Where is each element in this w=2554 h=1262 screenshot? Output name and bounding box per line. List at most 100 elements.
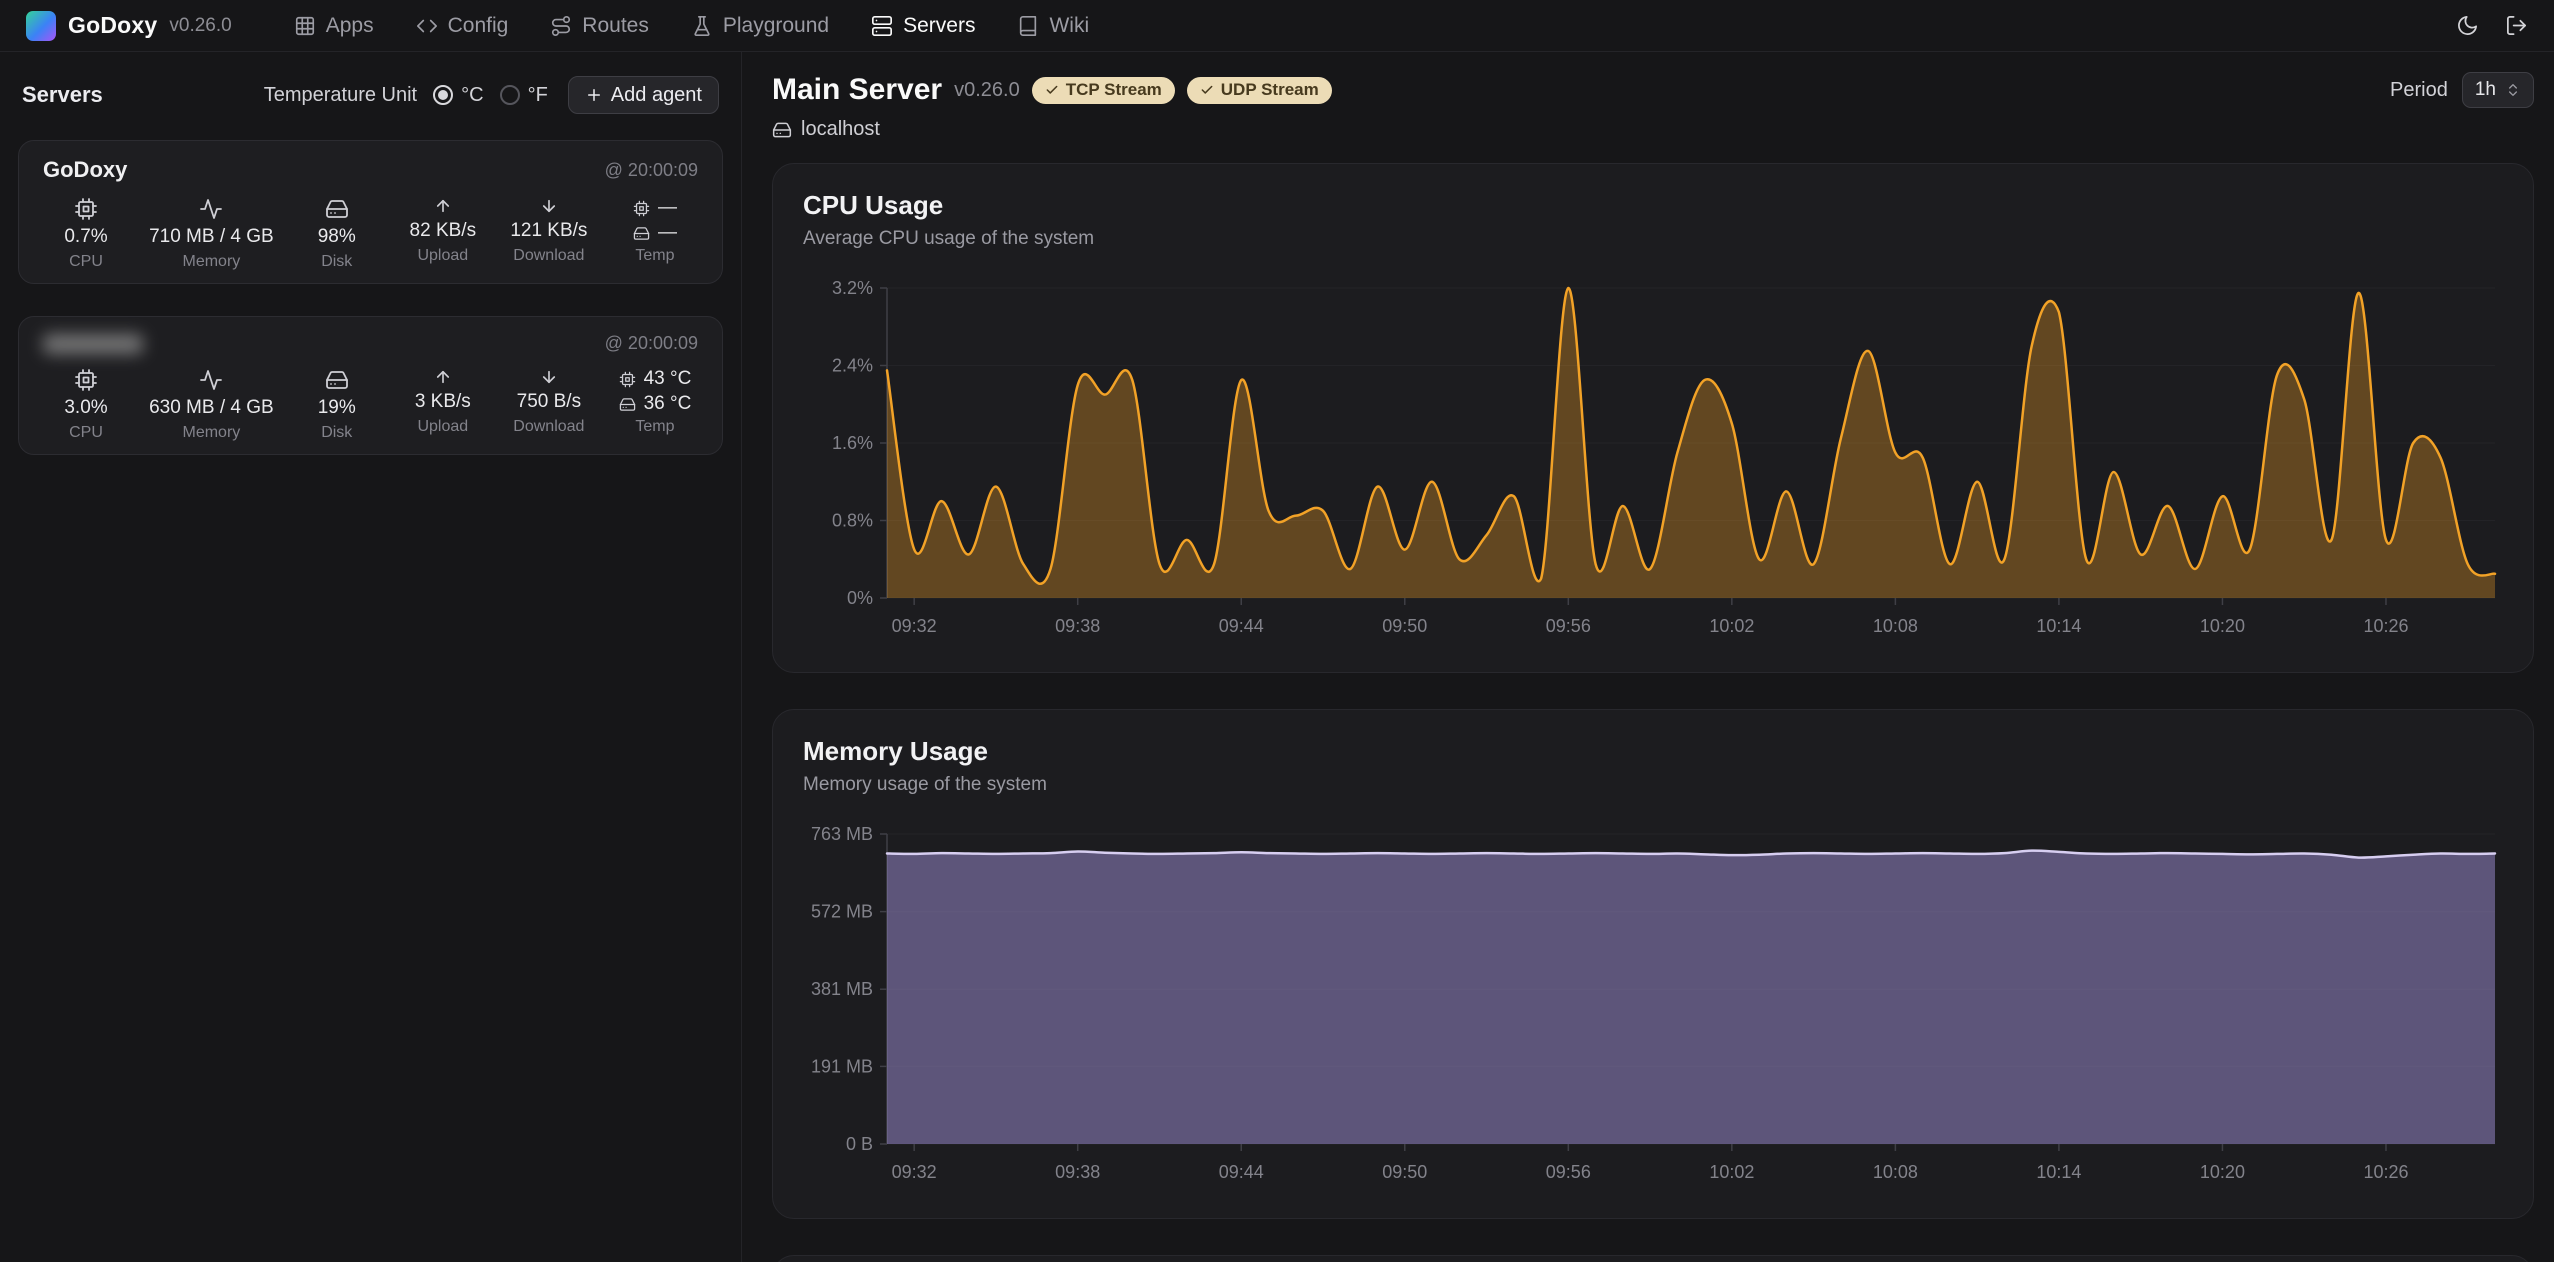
chevrons-up-down-icon	[2505, 82, 2521, 98]
add-agent-button[interactable]: Add agent	[568, 76, 719, 114]
stat-upload: 3 KB/s Upload	[400, 368, 486, 442]
sidebar-header: Servers Temperature Unit °C °F Add agent	[22, 76, 719, 114]
stat-label: Download	[513, 418, 584, 436]
temp-cpu-value: 43 °C	[644, 368, 692, 390]
stat-temp: — — Temp	[612, 197, 698, 271]
cpu-icon	[619, 371, 636, 388]
cpu-usage-card: CPU Usage Average CPU usage of the syste…	[772, 163, 2534, 673]
stat-label: Upload	[417, 418, 468, 436]
stat-label: CPU	[69, 253, 103, 271]
stat-value: 121 KB/s	[510, 220, 587, 242]
nav-item-playground[interactable]: Playground	[691, 14, 829, 38]
server-timestamp: @ 20:00:09	[605, 160, 698, 181]
nav-item-routes[interactable]: Routes	[550, 14, 649, 38]
hard-drive-icon	[325, 368, 349, 392]
stat-value: 750 B/s	[517, 391, 581, 413]
hard-drive-icon	[772, 120, 792, 140]
stat-cpu: 0.7% CPU	[43, 197, 129, 271]
svg-text:10:26: 10:26	[2363, 616, 2408, 636]
temperature-unit-label: Temperature Unit	[264, 84, 417, 107]
brand-link[interactable]: GoDoxy v0.26.0	[26, 11, 232, 41]
svg-text:09:38: 09:38	[1055, 1162, 1100, 1182]
sidebar-title: Servers	[22, 82, 103, 108]
stat-temp: 43 °C 36 °C Temp	[612, 368, 698, 442]
radio-celsius[interactable]: °C	[433, 84, 483, 107]
server-name: GoDoxy	[43, 157, 127, 183]
svg-text:10:14: 10:14	[2036, 1162, 2081, 1182]
radio-fahrenheit[interactable]: °F	[500, 84, 548, 107]
server-stats: 3.0% CPU 630 MB / 4 GB Memory 19% Disk	[43, 368, 698, 442]
period-value: 1h	[2475, 79, 2496, 101]
hard-drive-icon	[619, 396, 636, 413]
cpu-icon	[633, 200, 650, 217]
nav-item-label: Playground	[723, 14, 829, 38]
route-icon	[550, 15, 572, 37]
main-nav: Apps Config Routes Playground Servers Wi…	[294, 14, 1089, 38]
svg-text:09:38: 09:38	[1055, 616, 1100, 636]
server-icon	[871, 15, 893, 37]
temp-cpu-value: —	[658, 197, 677, 219]
memory-usage-card: Memory Usage Memory usage of the system …	[772, 709, 2534, 1219]
nav-item-servers[interactable]: Servers	[871, 14, 975, 38]
stat-label: Download	[513, 247, 584, 265]
stat-upload: 82 KB/s Upload	[400, 197, 486, 271]
stat-download: 750 B/s Download	[506, 368, 592, 442]
activity-icon	[199, 368, 223, 392]
stat-label: Upload	[417, 247, 468, 265]
godoxy-app: GoDoxy v0.26.0 Apps Config Routes Playgr…	[0, 0, 2554, 1262]
temperature-unit-group: Temperature Unit °C °F	[264, 84, 548, 107]
partial-card	[772, 1255, 2534, 1262]
svg-text:381 MB: 381 MB	[811, 979, 873, 999]
badge-label: TCP Stream	[1066, 80, 1162, 100]
server-card-godoxy[interactable]: GoDoxy @ 20:00:09 0.7% CPU 710 MB / 4 GB…	[18, 140, 723, 284]
stat-label: Temp	[635, 247, 674, 265]
svg-text:0%: 0%	[847, 588, 873, 608]
chart-subtitle: Average CPU usage of the system	[803, 228, 2503, 250]
svg-text:1.6%: 1.6%	[832, 433, 873, 453]
svg-text:09:56: 09:56	[1546, 1162, 1591, 1182]
arrow-up-icon	[434, 197, 452, 215]
svg-text:10:14: 10:14	[2036, 616, 2081, 636]
arrow-down-icon	[540, 197, 558, 215]
check-icon	[1200, 83, 1214, 97]
stat-memory: 630 MB / 4 GB Memory	[149, 368, 274, 442]
servers-sidebar: Servers Temperature Unit °C °F Add agent	[0, 52, 742, 1262]
theme-toggle-button[interactable]	[2456, 14, 2479, 37]
svg-text:10:08: 10:08	[1873, 1162, 1918, 1182]
stat-download: 121 KB/s Download	[506, 197, 592, 271]
stat-value: 3.0%	[64, 397, 107, 419]
check-icon	[1045, 83, 1059, 97]
svg-text:09:44: 09:44	[1219, 616, 1264, 636]
radio-celsius-circle	[433, 85, 453, 105]
svg-text:09:44: 09:44	[1219, 1162, 1264, 1182]
stat-value: 82 KB/s	[410, 220, 477, 242]
godoxy-logo	[26, 11, 56, 41]
plus-icon	[585, 86, 603, 104]
nav-item-label: Config	[448, 14, 509, 38]
svg-text:09:50: 09:50	[1382, 616, 1427, 636]
nav-item-label: Wiki	[1049, 14, 1089, 38]
server-stats: 0.7% CPU 710 MB / 4 GB Memory 98% Disk	[43, 197, 698, 271]
navbar: GoDoxy v0.26.0 Apps Config Routes Playgr…	[0, 0, 2554, 52]
stat-value: 630 MB / 4 GB	[149, 397, 274, 419]
stat-value: 3 KB/s	[415, 391, 471, 413]
stat-value: 0.7%	[64, 226, 107, 248]
nav-item-wiki[interactable]: Wiki	[1017, 14, 1089, 38]
nav-item-label: Servers	[903, 14, 975, 38]
nav-item-label: Apps	[326, 14, 374, 38]
logout-button[interactable]	[2505, 14, 2528, 37]
stat-label: Memory	[182, 424, 240, 442]
arrow-up-icon	[434, 368, 452, 386]
navbar-actions	[2456, 14, 2528, 37]
nav-item-config[interactable]: Config	[416, 14, 509, 38]
chart-title: Memory Usage	[803, 736, 2503, 767]
server-card-blurred[interactable]: @ 20:00:09 3.0% CPU 630 MB / 4 GB Memory	[18, 316, 723, 455]
period-select[interactable]: 1h	[2462, 72, 2534, 108]
stat-label: Disk	[321, 253, 352, 271]
svg-text:0.8%: 0.8%	[832, 511, 873, 531]
svg-text:572 MB: 572 MB	[811, 902, 873, 922]
svg-text:10:02: 10:02	[1709, 1162, 1754, 1182]
nav-item-apps[interactable]: Apps	[294, 14, 374, 38]
svg-text:10:20: 10:20	[2200, 1162, 2245, 1182]
grid-icon	[294, 15, 316, 37]
